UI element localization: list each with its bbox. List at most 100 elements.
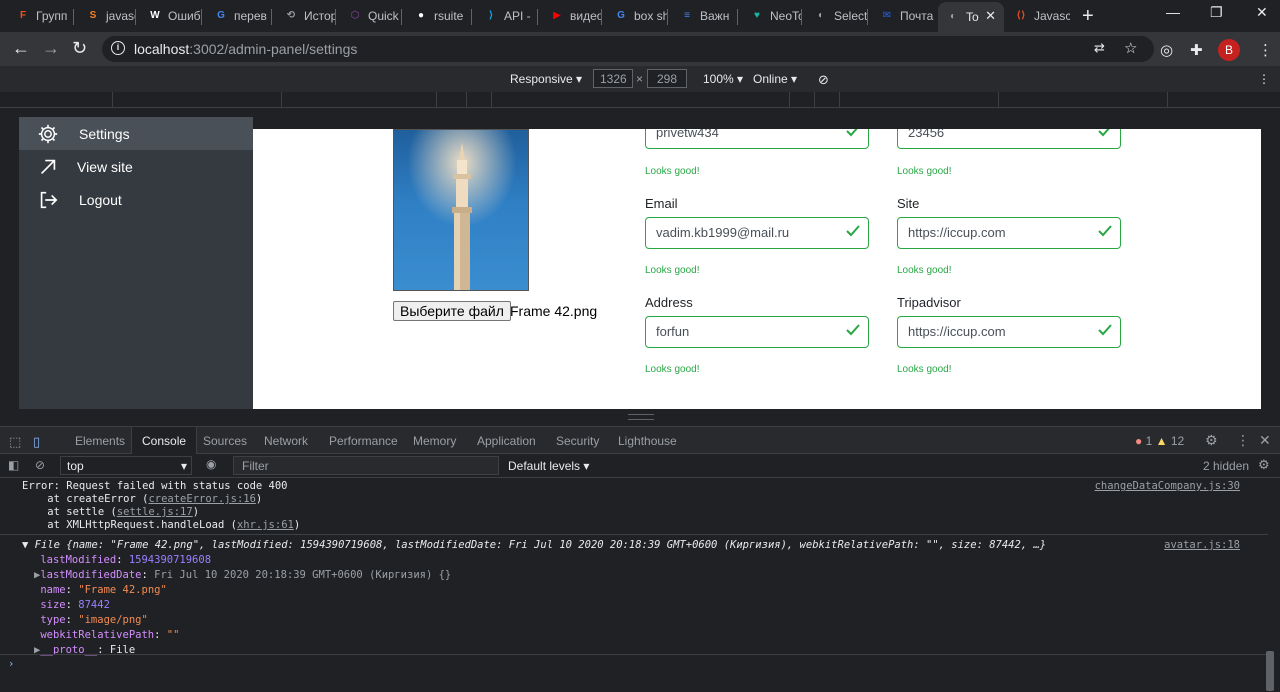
rotate-icon[interactable]: ⊘ (818, 72, 829, 88)
tab-label: Quick (368, 9, 399, 23)
address-field[interactable]: forfun (645, 316, 869, 348)
object-property[interactable]: ▶lastModifiedDate: Fri Jul 10 2020 20:18… (34, 569, 451, 581)
sidebar-item-label: Settings (79, 125, 130, 142)
devtools-tab-security[interactable]: Security (556, 434, 599, 448)
eye-icon[interactable]: ◉ (206, 457, 216, 471)
info-icon[interactable]: i (111, 41, 125, 55)
responsive-dropdown[interactable]: Responsive ▾ (510, 72, 582, 86)
browser-tab[interactable]: ⬡ Quick (340, 4, 402, 28)
browser-tab[interactable]: ⟨⟩ Javasc (1006, 4, 1070, 28)
reload-button[interactable]: ↻ (72, 39, 87, 57)
device-toggle-icon[interactable]: ▯ (33, 434, 40, 450)
tab-favicon-icon: S (89, 10, 97, 21)
devtools-menu-icon[interactable]: ⋮ (1236, 432, 1250, 449)
sidebar-item-settings[interactable]: Settings (19, 117, 253, 150)
devtools-tab-application[interactable]: Application (477, 434, 536, 448)
new-tab-button[interactable]: + (1082, 5, 1094, 28)
sidebar-item-logout[interactable]: Logout (19, 183, 253, 216)
browser-tab[interactable]: ⟲ Истор (276, 4, 336, 28)
file-source-link[interactable]: avatar.js:18 (1164, 539, 1240, 551)
address-bar[interactable]: i localhost:3002/admin-panel/settings ⇄ … (102, 36, 1154, 62)
media-query-bar (0, 92, 1280, 108)
puzzle-icon[interactable]: ✚ (1190, 41, 1203, 59)
phone-field[interactable]: 23456 (897, 129, 1121, 149)
browser-tab[interactable]: ✉ Почта (872, 4, 934, 28)
tab-separator (601, 9, 602, 25)
settings-gear-icon[interactable]: ⚙ (1205, 432, 1218, 449)
bookmark-star-icon[interactable]: ☆ (1124, 39, 1137, 57)
console-scrollbar[interactable] (1266, 651, 1274, 691)
property-value: "image/png" (78, 614, 148, 626)
width-input[interactable]: 1326 (593, 69, 633, 88)
filter-input[interactable]: Filter (233, 456, 499, 475)
zoom-dropdown[interactable]: 100% ▾ (703, 72, 743, 86)
browser-tab[interactable]: ◐ Select (806, 4, 868, 28)
property-key: webkitRelativePath (40, 629, 155, 641)
browser-tab[interactable]: Gперев (206, 4, 272, 28)
minimize-button[interactable]: — (1166, 4, 1180, 20)
browser-tab[interactable]: ♥ NeoTo (742, 4, 802, 28)
object-property: webkitRelativePath: "" (34, 629, 179, 641)
choose-file-button[interactable]: Выберите файл (393, 301, 511, 321)
clear-console-icon[interactable]: ⊘ (35, 458, 45, 472)
devtools-tab-memory[interactable]: Memory (413, 434, 456, 448)
tab-favicon-icon: ◐ (949, 11, 957, 22)
browser-tab[interactable]: Gbox sh (606, 4, 668, 28)
check-icon (846, 324, 860, 336)
network-dropdown[interactable]: Online ▾ (753, 72, 797, 86)
browser-tab[interactable]: ● rsuite (406, 4, 472, 28)
maximize-button[interactable]: ❐ (1210, 4, 1223, 21)
browser-tab[interactable]: ⟩ API - (476, 4, 538, 28)
site-field[interactable]: https://iccup.com (897, 217, 1121, 249)
close-tab-icon[interactable]: ✕ (985, 8, 996, 24)
close-devtools-icon[interactable]: ✕ (1259, 432, 1271, 449)
email-field[interactable]: vadim.kb1999@mail.ru (645, 217, 869, 249)
browser-tab[interactable]: F Групп (8, 4, 74, 28)
context-selector[interactable]: top ▾ (60, 456, 192, 475)
username-field[interactable]: privetw434 (645, 129, 869, 149)
valid-feedback: Looks good! (645, 364, 700, 375)
device-menu-icon[interactable]: ⋮ (1258, 72, 1270, 86)
browser-tab[interactable]: ≡ Важн (672, 4, 738, 28)
hidden-count: 2 hidden (1203, 459, 1250, 473)
devtools-tab-network[interactable]: Network (264, 434, 308, 448)
times-symbol: × (636, 72, 644, 86)
file-object-summary[interactable]: ▼ File {name: "Frame 42.png", lastModifi… (22, 539, 1132, 551)
error-count[interactable]: ● 1 ▲ 12 (1135, 434, 1184, 448)
forward-button[interactable]: → (42, 39, 60, 57)
tab-label: Истор (304, 9, 336, 23)
site-label: Site (897, 196, 920, 211)
log-levels-dropdown[interactable]: Default levels ▾ (508, 459, 589, 473)
console-prompt-icon[interactable]: › (8, 658, 14, 670)
admin-sidebar: Settings View site Logout (19, 117, 253, 409)
device-toolbar: Responsive ▾ 1326 × 298 100% ▾ Online ▾ … (0, 66, 1280, 92)
devtools-tab-elements[interactable]: Elements (75, 434, 125, 448)
browser-tab[interactable]: W Ошиб (140, 4, 202, 28)
extension-icon[interactable]: ◎ (1160, 41, 1173, 59)
devtools-tab-lighthouse[interactable]: Lighthouse (618, 434, 677, 448)
profile-avatar[interactable]: B (1218, 39, 1240, 61)
error-source-link[interactable]: changeDataCompany.js:30 (1095, 480, 1240, 492)
console-settings-icon[interactable]: ⚙ (1258, 457, 1270, 473)
tab-separator (471, 9, 472, 25)
viewport-resize-handle[interactable] (628, 414, 654, 420)
devtools-tab-console[interactable]: Console (131, 427, 198, 454)
address-url: localhost:3002/admin-panel/settings (134, 41, 358, 57)
sidebar-item-label: View site (77, 158, 133, 175)
tripadvisor-field[interactable]: https://iccup.com (897, 316, 1121, 348)
sidebar-toggle-icon[interactable]: ◧ (8, 458, 19, 472)
browser-tab[interactable]: Sjavasc (78, 4, 136, 28)
inspect-icon[interactable]: ⬚ (9, 434, 21, 450)
browser-tab[interactable]: ◐ To ✕ (938, 2, 1004, 32)
close-window-button[interactable]: ✕ (1256, 4, 1268, 21)
sidebar-item-view-site[interactable]: View site (19, 150, 253, 183)
devtools-tab-sources[interactable]: Sources (203, 434, 247, 448)
menu-kebab-icon[interactable]: ⋮ (1258, 41, 1273, 59)
browser-tab[interactable]: ▶ видео (542, 4, 602, 28)
devtools-tab-performance[interactable]: Performance (329, 434, 398, 448)
back-button[interactable]: ← (12, 39, 30, 57)
tab-separator (201, 9, 202, 25)
height-input[interactable]: 298 (647, 69, 687, 88)
tab-separator (271, 9, 272, 25)
translate-icon[interactable]: ⇄ (1094, 40, 1105, 56)
